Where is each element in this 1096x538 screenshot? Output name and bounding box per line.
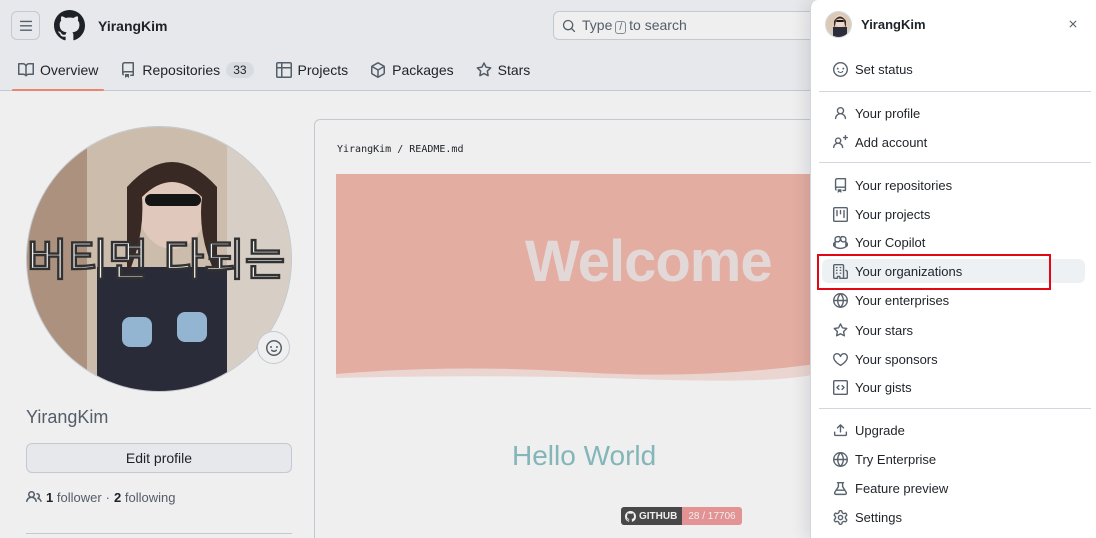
menu-item-feature-preview[interactable]: Feature preview (831, 476, 1085, 500)
menu-item-your-repositories[interactable]: Your repositories (831, 173, 1085, 197)
menu-divider (819, 162, 1091, 163)
menu-item-your-enterprises[interactable]: Your enterprises (831, 288, 1085, 312)
menu-item-try-enterprise[interactable]: Try Enterprise (831, 447, 1085, 471)
menu-divider (819, 408, 1091, 409)
user-menu-header: YirangKim (825, 11, 926, 38)
menu-item-your-gists[interactable]: Your gists (831, 375, 1085, 399)
menu-divider (819, 91, 1091, 92)
menu-item-your-copilot[interactable]: Your Copilot (831, 230, 1085, 254)
close-icon (1069, 20, 1077, 28)
menu-item-your-stars[interactable]: Your stars (831, 318, 1085, 342)
menu-item-your-profile[interactable]: Your profile (831, 101, 1085, 125)
repo-icon (834, 177, 847, 193)
code-square-icon (833, 379, 848, 395)
menu-item-your-sponsors[interactable]: Your sponsors (831, 347, 1085, 371)
globe-icon (833, 451, 848, 467)
person-add-icon (833, 134, 848, 148)
project-icon (833, 206, 848, 222)
menu-item-your-projects[interactable]: Your projects (831, 202, 1085, 226)
upload-icon (833, 423, 848, 436)
heart-icon (833, 352, 848, 366)
globe-icon (833, 292, 848, 308)
menu-item-set-status[interactable]: Set status (831, 57, 1085, 81)
person-icon (834, 106, 847, 119)
copilot-icon (833, 235, 848, 249)
beaker-icon (833, 481, 848, 495)
avatar (825, 11, 852, 38)
menu-item-upgrade[interactable]: Upgrade (831, 418, 1085, 442)
star-icon (833, 322, 848, 337)
annotation-highlight-box (817, 254, 1051, 290)
menu-item-add-account[interactable]: Add account (831, 130, 1085, 154)
gear-icon (833, 509, 848, 525)
close-menu-button[interactable] (1066, 17, 1080, 31)
user-menu-username: YirangKim (861, 17, 926, 32)
menu-item-settings[interactable]: Settings (831, 505, 1085, 529)
smiley-icon (833, 61, 848, 77)
